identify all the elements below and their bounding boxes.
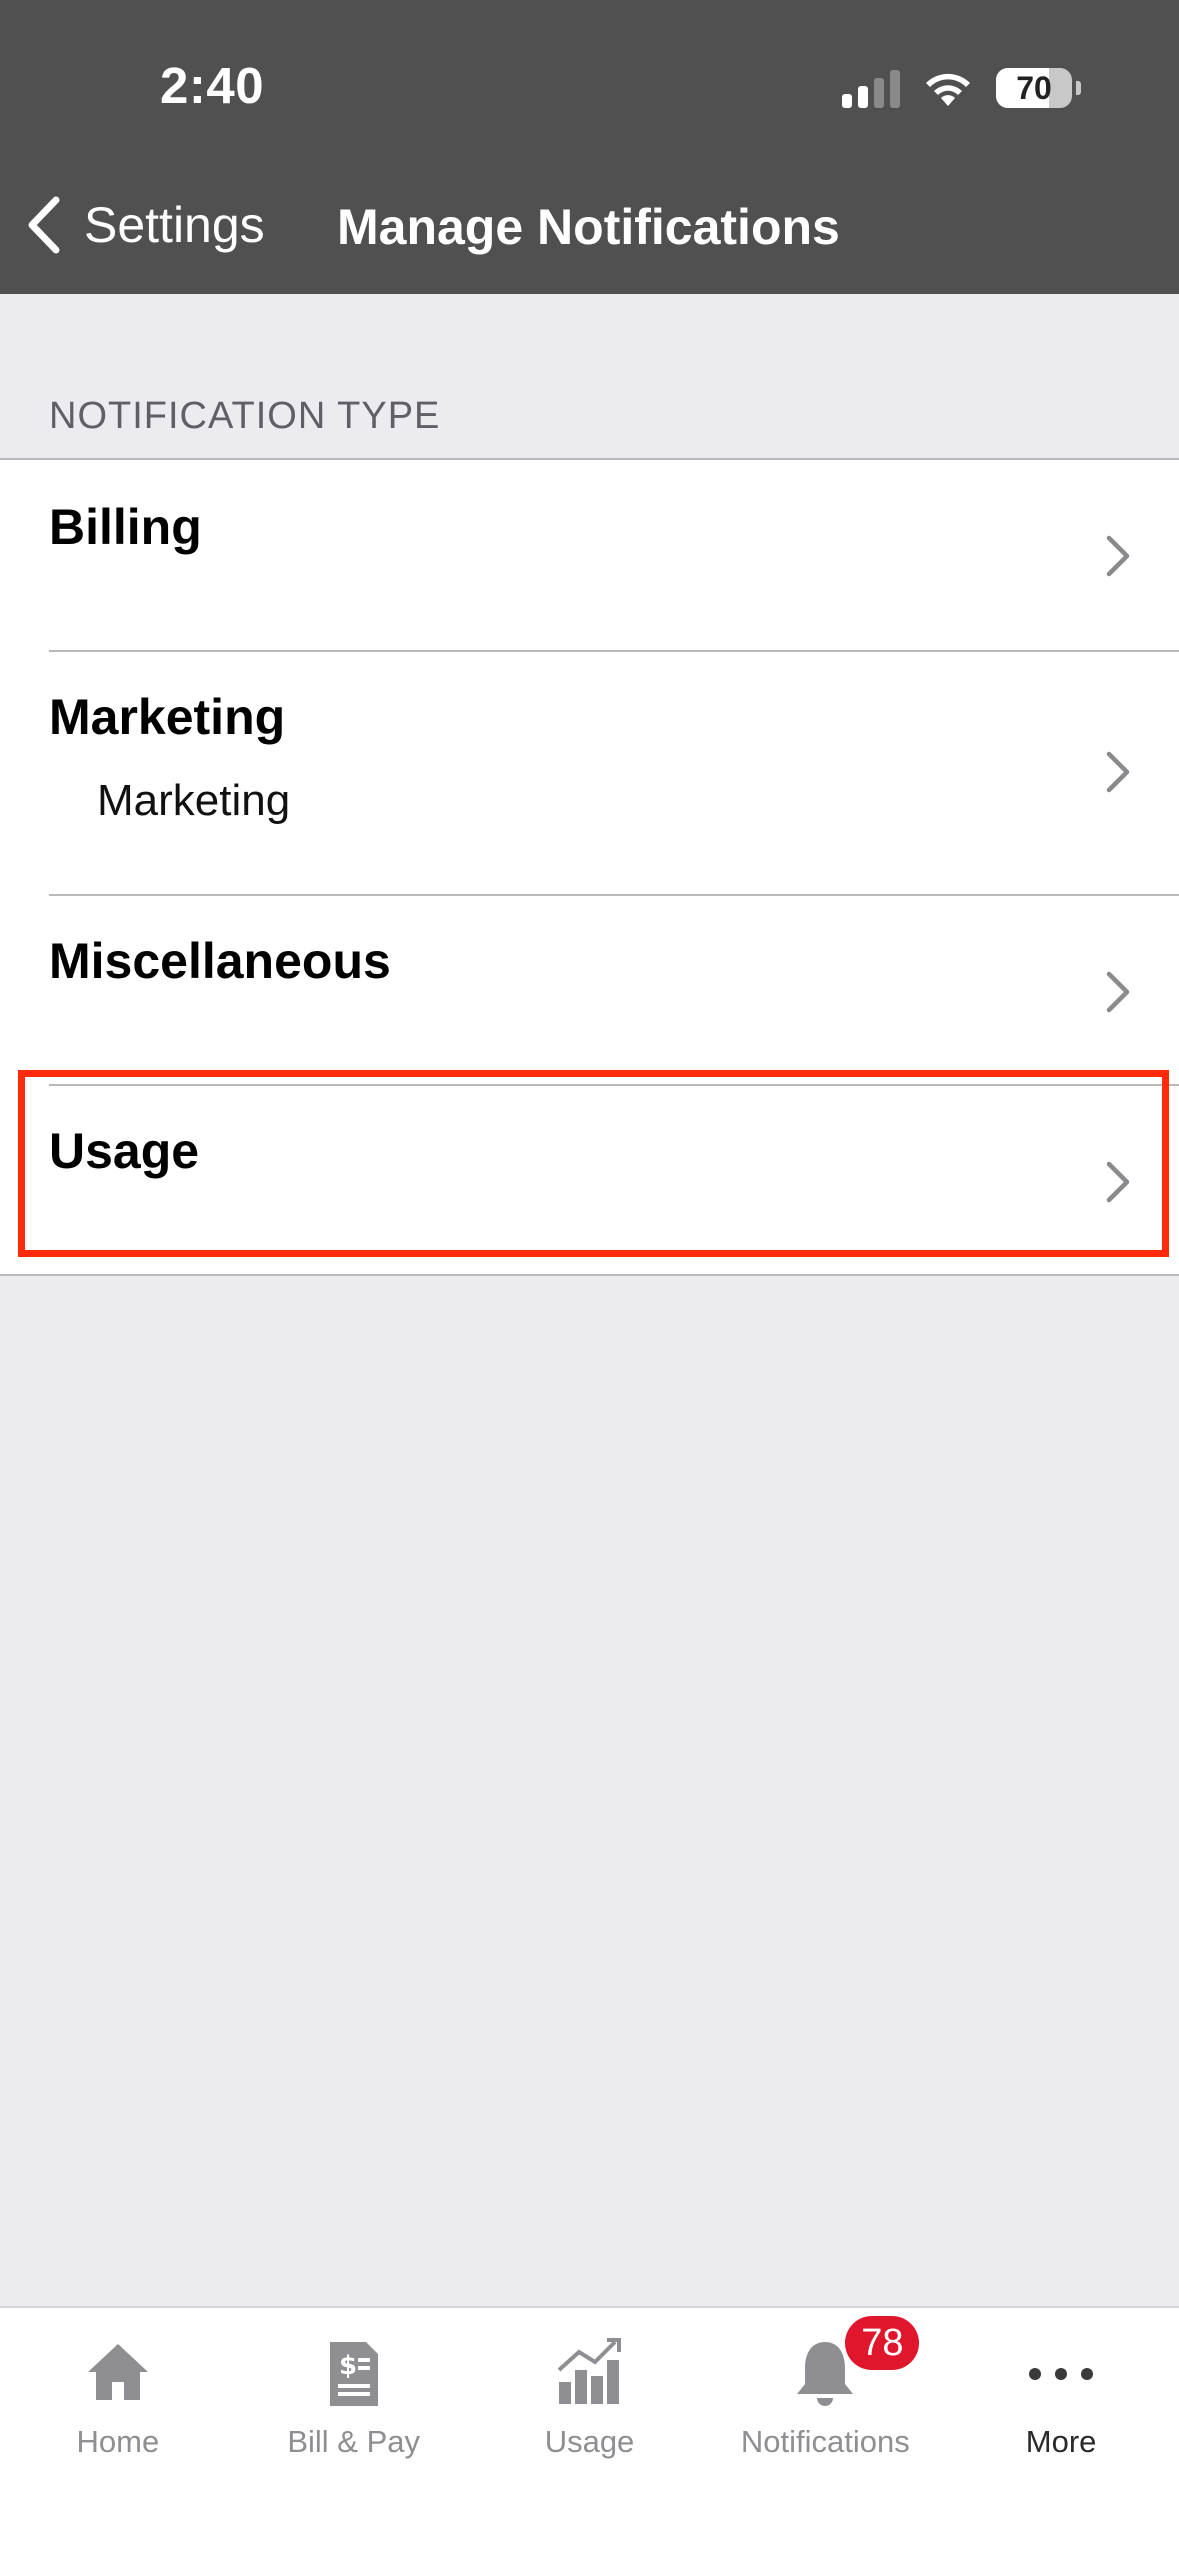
status-icons: 70 (842, 66, 1081, 110)
chevron-right-icon (1106, 535, 1130, 577)
header: 2:40 70 Settings Manage Notifications (0, 0, 1179, 294)
battery-icon: 70 (996, 68, 1072, 108)
chevron-right-icon (1106, 971, 1130, 1013)
tab-home[interactable]: Home (0, 2308, 236, 2556)
back-label: Settings (84, 197, 265, 253)
back-button[interactable]: Settings (24, 190, 265, 260)
row-billing[interactable]: Billing (0, 460, 1179, 650)
tab-label: More (1025, 2424, 1097, 2459)
notification-count-badge: 78 (845, 2316, 920, 2370)
bill-icon: $ (329, 2342, 378, 2406)
chevron-left-icon (28, 196, 60, 254)
battery-level: 70 (1016, 69, 1052, 106)
row-marketing[interactable]: Marketing Marketing (0, 650, 1179, 894)
tab-label: Usage (544, 2424, 635, 2459)
tab-bill-pay[interactable]: $ Bill & Pay (236, 2308, 472, 2556)
tab-notifications[interactable]: 78 Notifications (707, 2308, 943, 2556)
nav-bar: Settings Manage Notifications (0, 190, 1179, 260)
tab-usage[interactable]: Usage (472, 2308, 708, 2556)
row-title: Billing (49, 499, 202, 555)
wifi-icon (926, 73, 970, 106)
home-icon (87, 2344, 148, 2400)
chevron-right-icon (1106, 1161, 1130, 1203)
svg-text:$: $ (339, 2351, 357, 2381)
tab-label: Bill & Pay (287, 2424, 421, 2459)
tab-label: Home (76, 2424, 160, 2459)
tab-bar: Home $ Bill & Pay Usage 78 Notifications… (0, 2306, 1179, 2556)
tab-label: Notifications (740, 2424, 910, 2459)
battery-tip (1076, 81, 1081, 95)
status-time: 2:40 (160, 57, 265, 114)
row-subtitle: Marketing (97, 776, 291, 825)
tab-more[interactable]: More (943, 2308, 1179, 2556)
page-title: Manage Notifications (337, 199, 840, 255)
row-title: Miscellaneous (49, 933, 391, 989)
usage-chart-icon (558, 2338, 622, 2404)
chevron-right-icon (1106, 751, 1130, 793)
notification-type-list: Billing Marketing Marketing Miscellaneou… (0, 458, 1179, 1276)
row-usage[interactable]: Usage (0, 1084, 1179, 1274)
more-dots-icon (1029, 2368, 1094, 2380)
cellular-signal-icon (842, 68, 900, 108)
section-label: NOTIFICATION TYPE (49, 395, 441, 437)
row-title: Marketing (49, 689, 286, 745)
row-miscellaneous[interactable]: Miscellaneous (0, 894, 1179, 1084)
row-title: Usage (49, 1123, 200, 1179)
